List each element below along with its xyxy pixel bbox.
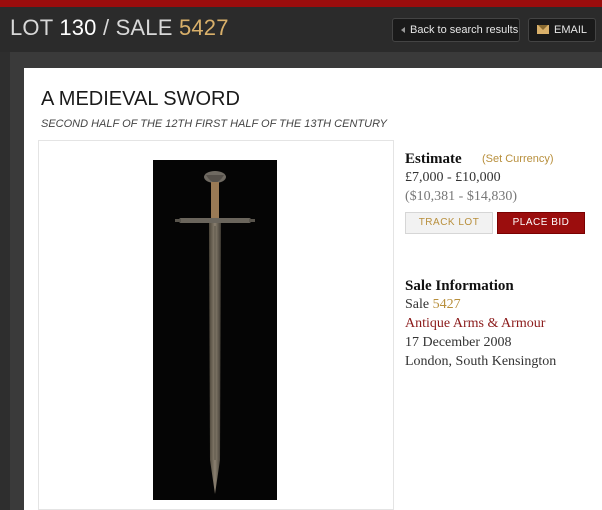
sale-number-link[interactable]: 5427 bbox=[433, 297, 461, 312]
estimate-heading: Estimate bbox=[405, 151, 462, 167]
back-arrow-icon bbox=[401, 27, 405, 34]
back-to-results-button[interactable]: Back to search results bbox=[392, 18, 520, 42]
back-button-label: Back to search results bbox=[410, 24, 519, 36]
estimate-usd: ($10,381 - $14,830) bbox=[405, 189, 517, 204]
lot-title-heading: A MEDIEVAL SWORD bbox=[41, 88, 240, 110]
top-accent-bar bbox=[0, 0, 602, 7]
email-button-label: EMAIL bbox=[554, 24, 588, 36]
lot-label: LOT bbox=[10, 15, 53, 40]
set-currency-link[interactable]: (Set Currency) bbox=[482, 153, 554, 165]
lot-image-frame bbox=[38, 140, 394, 510]
left-strip bbox=[0, 52, 10, 510]
lot-subtitle: SECOND HALF OF THE 12TH FIRST HALF OF TH… bbox=[41, 118, 387, 130]
track-lot-button[interactable]: TRACK LOT bbox=[405, 212, 493, 234]
sword-image[interactable] bbox=[153, 160, 277, 500]
sale-date: 17 December 2008 bbox=[405, 335, 512, 350]
place-bid-button[interactable]: PLACE BID bbox=[497, 212, 585, 234]
envelope-icon bbox=[537, 25, 549, 34]
email-button[interactable]: EMAIL bbox=[528, 18, 596, 42]
sale-location: London, South Kensington bbox=[405, 354, 557, 369]
sword-illustration bbox=[175, 171, 255, 494]
sale-label: SALE bbox=[115, 15, 173, 40]
title-separator: / bbox=[102, 15, 110, 40]
sale-number-line: Sale 5427 bbox=[405, 297, 461, 313]
lot-number: 130 bbox=[59, 15, 97, 40]
lot-title: LOT 130 / SALE 5427 bbox=[10, 15, 229, 41]
lot-content-panel: A MEDIEVAL SWORD SECOND HALF OF THE 12TH… bbox=[24, 68, 602, 510]
sale-number: 5427 bbox=[178, 15, 229, 40]
estimate-gbp: £7,000 - £10,000 bbox=[405, 170, 501, 185]
lot-header: LOT 130 / SALE 5427 Back to search resul… bbox=[0, 7, 602, 52]
sale-information-heading: Sale Information bbox=[405, 278, 514, 294]
sale-name-link[interactable]: Antique Arms & Armour bbox=[405, 316, 545, 332]
sale-label-text: Sale bbox=[405, 297, 430, 312]
